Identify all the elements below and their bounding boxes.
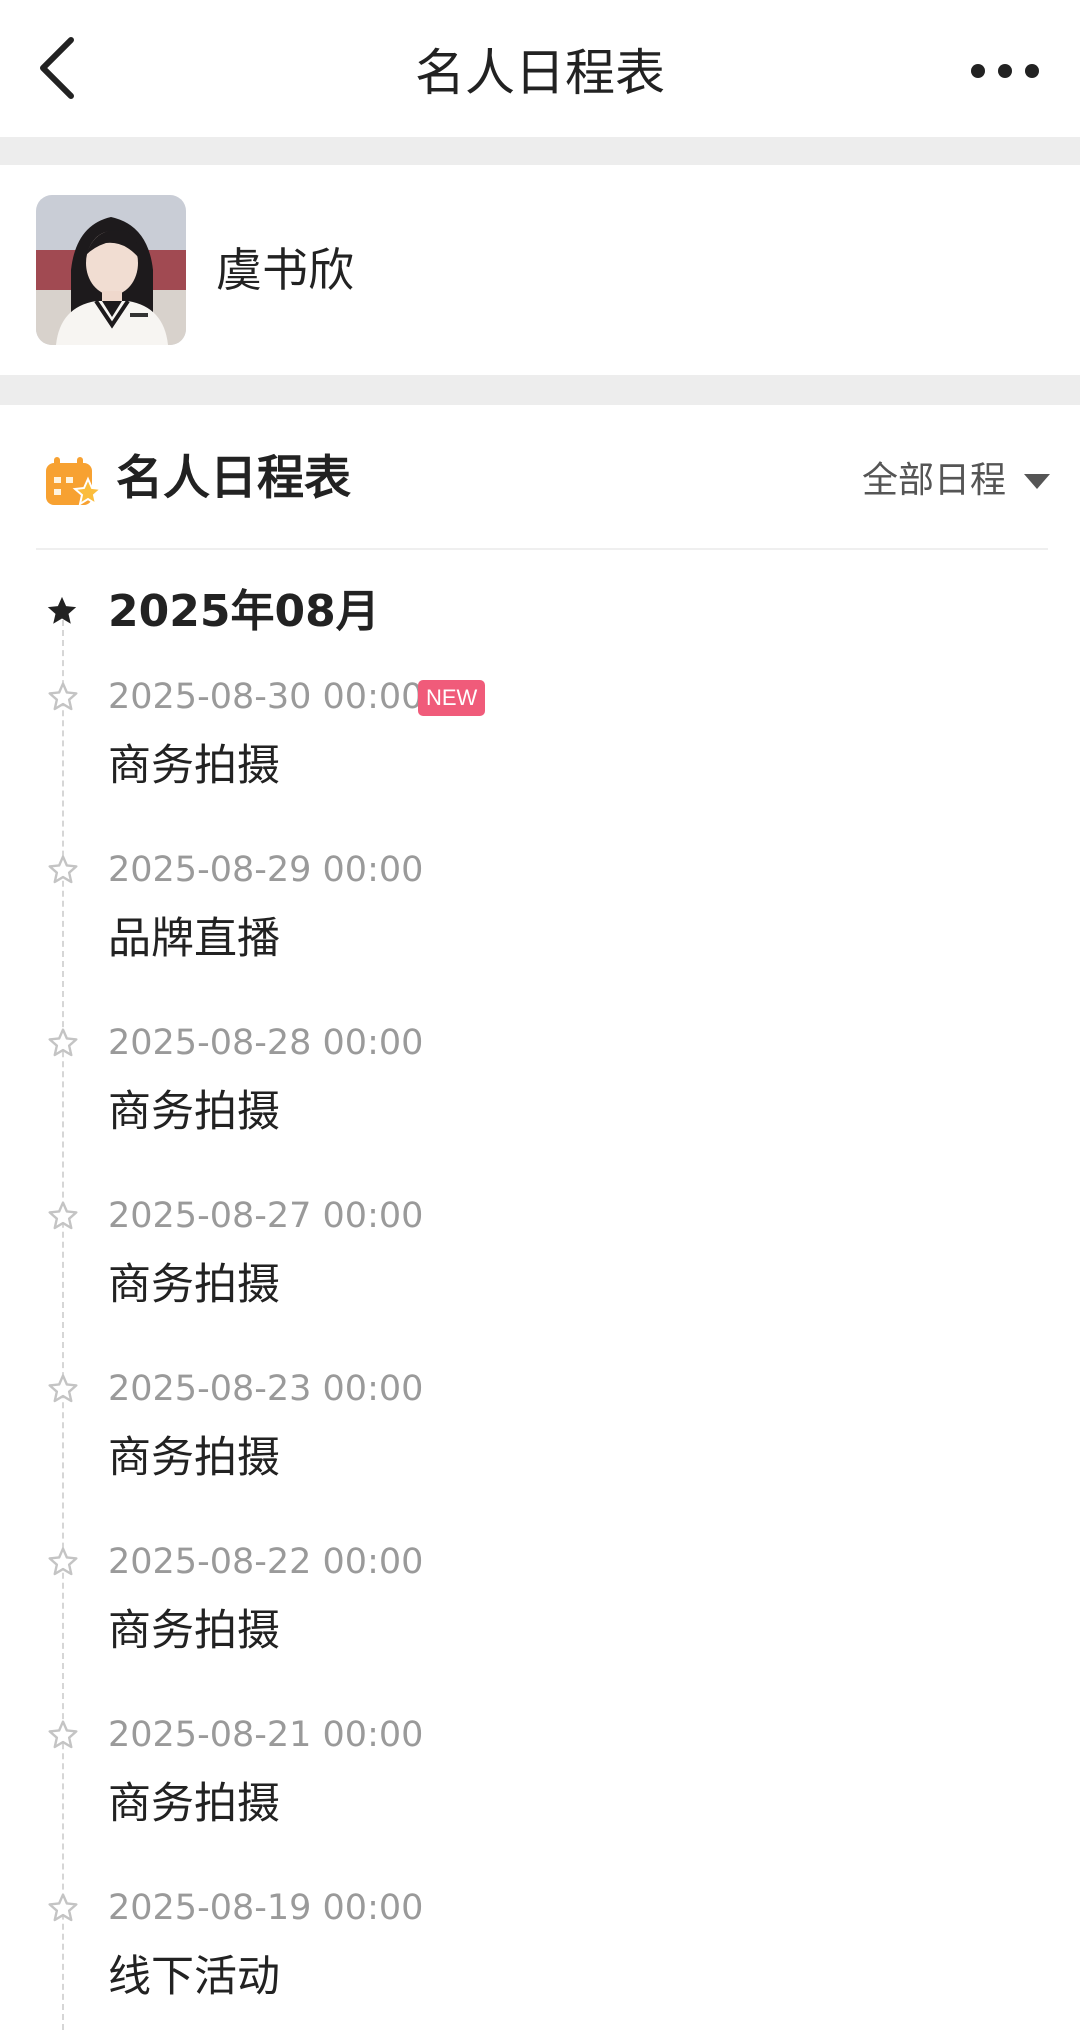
- event-title: 线下活动: [108, 1952, 280, 2002]
- month-label: 2025年08月: [108, 586, 380, 637]
- caret-down-icon: [1024, 473, 1050, 489]
- schedule-item[interactable]: 2025-08-28 00:00 商务拍摄: [0, 1020, 1080, 1170]
- event-title: 商务拍摄: [108, 1606, 280, 1656]
- star-outline-icon: [48, 1893, 78, 1922]
- more-button[interactable]: [950, 36, 1060, 106]
- event-title: 商务拍摄: [108, 741, 280, 791]
- celebrity-name: 虞书欣: [216, 243, 354, 297]
- section-divider: [0, 137, 1080, 165]
- month-heading: 2025年08月: [0, 578, 1080, 648]
- star-outline-icon: [48, 1201, 78, 1230]
- more-dots-icon: [971, 64, 1039, 78]
- schedule-header: 名人日程表 全部日程: [0, 405, 1080, 548]
- schedule-title: 名人日程表: [116, 451, 351, 506]
- event-title: 商务拍摄: [108, 1260, 280, 1310]
- celebrity-profile[interactable]: 虞书欣: [0, 165, 1080, 375]
- schedule-item[interactable]: 2025-08-30 00:00 NEW 商务拍摄: [0, 674, 1080, 824]
- star-outline-icon: [48, 1374, 78, 1403]
- event-time: 2025-08-28 00:00: [108, 1023, 424, 1063]
- section-divider: [0, 375, 1080, 405]
- schedule-item[interactable]: 2025-08-19 00:00 线下活动: [0, 1885, 1080, 2030]
- star-outline-icon: [48, 1547, 78, 1576]
- schedule-item[interactable]: 2025-08-21 00:00 商务拍摄: [0, 1712, 1080, 1862]
- event-title: 商务拍摄: [108, 1433, 280, 1483]
- star-outline-icon: [48, 855, 78, 884]
- event-time: 2025-08-22 00:00: [108, 1542, 424, 1582]
- event-title: 商务拍摄: [108, 1087, 280, 1137]
- event-time: 2025-08-23 00:00: [108, 1369, 424, 1409]
- schedule-item[interactable]: 2025-08-29 00:00 品牌直播: [0, 847, 1080, 997]
- schedule-page: 名人日程表 虞书欣 名人日程表 全部日程 2025年08月 2025-08-30…: [0, 0, 1080, 2030]
- star-outline-icon: [48, 1720, 78, 1749]
- schedule-item[interactable]: 2025-08-23 00:00 商务拍摄: [0, 1366, 1080, 1516]
- star-outline-icon: [48, 682, 78, 711]
- top-navbar: 名人日程表: [0, 0, 1080, 137]
- schedule-filter-dropdown[interactable]: 全部日程: [862, 453, 1050, 509]
- event-time: 2025-08-29 00:00: [108, 850, 424, 890]
- schedule-timeline: 2025年08月 2025-08-30 00:00 NEW 商务拍摄 2025-08-…: [0, 550, 1080, 2030]
- avatar[interactable]: [36, 195, 186, 345]
- event-title: 商务拍摄: [108, 1779, 280, 1829]
- event-title: 品牌直播: [108, 914, 280, 964]
- page-title: 名人日程表: [415, 44, 665, 102]
- event-time: 2025-08-30 00:00: [108, 677, 424, 717]
- event-time: 2025-08-19 00:00: [108, 1888, 424, 1928]
- star-filled-icon: [47, 596, 77, 624]
- star-outline-icon: [48, 1028, 78, 1057]
- event-time: 2025-08-27 00:00: [108, 1196, 424, 1236]
- new-badge: NEW: [418, 680, 486, 716]
- schedule-item[interactable]: 2025-08-27 00:00 商务拍摄: [0, 1193, 1080, 1343]
- calendar-star-icon: [46, 457, 102, 507]
- schedule-item[interactable]: 2025-08-22 00:00 商务拍摄: [0, 1539, 1080, 1689]
- filter-label: 全部日程: [861, 460, 1006, 501]
- event-time: 2025-08-21 00:00: [108, 1715, 424, 1755]
